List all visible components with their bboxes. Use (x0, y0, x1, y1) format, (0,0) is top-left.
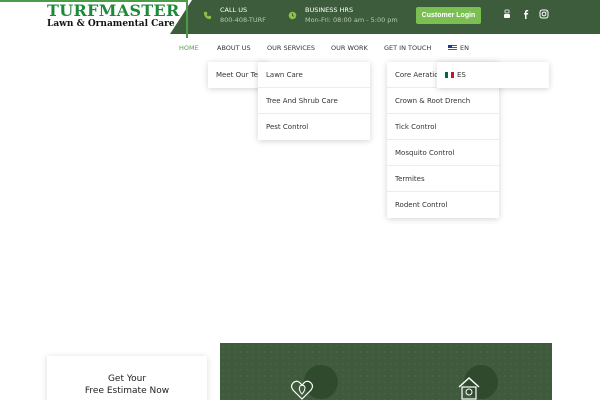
language-dropdown: ES (437, 62, 549, 88)
phone-icon (203, 11, 212, 20)
nav-home[interactable]: HOME (179, 44, 199, 52)
instagram-icon[interactable] (539, 9, 549, 19)
menu-item-lawn-care[interactable]: Lawn Care (258, 62, 370, 88)
youtube-icon[interactable] (502, 9, 512, 19)
menu-item-tree-shrub-care[interactable]: Tree And Shrub Care (258, 88, 370, 114)
house-icon (458, 377, 480, 400)
services-panel (220, 343, 552, 400)
us-flag-icon (448, 45, 457, 51)
call-number[interactable]: 800-408-TURF (220, 16, 266, 24)
accent-line-vertical (186, 0, 188, 38)
free-estimate-card[interactable]: Get Your Free Estimate Now (47, 356, 207, 400)
hours-value: Mon-Fri: 08:00 am - 5:00 pm (305, 16, 398, 24)
menu-item-pest-control[interactable]: Pest Control (258, 114, 370, 140)
language-es-label: ES (457, 71, 466, 79)
menu-item-crown-root-drench[interactable]: Crown & Root Drench (387, 88, 499, 114)
clock-icon (288, 11, 297, 20)
facebook-icon[interactable] (521, 9, 531, 19)
nav-language-en[interactable]: EN (448, 44, 469, 52)
estimate-line-2: Free Estimate Now (84, 386, 170, 396)
menu-item-mosquito-control[interactable]: Mosquito Control (387, 140, 499, 166)
menu-item-termites[interactable]: Termites (387, 166, 499, 192)
logo-subtitle: Lawn & Ornamental Care (47, 19, 175, 29)
our-services-dropdown: Lawn Care Tree And Shrub Care Pest Contr… (258, 62, 370, 140)
mexico-flag-icon (445, 72, 454, 78)
hours-label: BUSINESS HRS (305, 6, 354, 14)
menu-item-rodent-control[interactable]: Rodent Control (387, 192, 499, 218)
logo-title: TURFMASTER (47, 1, 180, 20)
nav-our-work[interactable]: OUR WORK (331, 44, 368, 52)
language-label: EN (460, 44, 469, 52)
estimate-line-1: Get Your (107, 374, 147, 384)
top-bar: TURFMASTER Lawn & Ornamental Care CALL U… (0, 0, 600, 38)
customer-login-button[interactable]: Customer Login (416, 7, 481, 24)
main-nav: HOME ABOUT US OUR SERVICES OUR WORK GET … (0, 40, 600, 56)
menu-item-language-es[interactable]: ES (437, 62, 549, 88)
nav-our-services[interactable]: OUR SERVICES (267, 44, 315, 52)
nav-get-in-touch[interactable]: GET IN TOUCH (384, 44, 431, 52)
nav-about-us[interactable]: ABOUT US (217, 44, 251, 52)
leaf-heart-icon (290, 380, 314, 400)
menu-item-tick-control[interactable]: Tick Control (387, 114, 499, 140)
call-label: CALL US (220, 6, 248, 14)
logo[interactable]: TURFMASTER Lawn & Ornamental Care (47, 3, 180, 30)
